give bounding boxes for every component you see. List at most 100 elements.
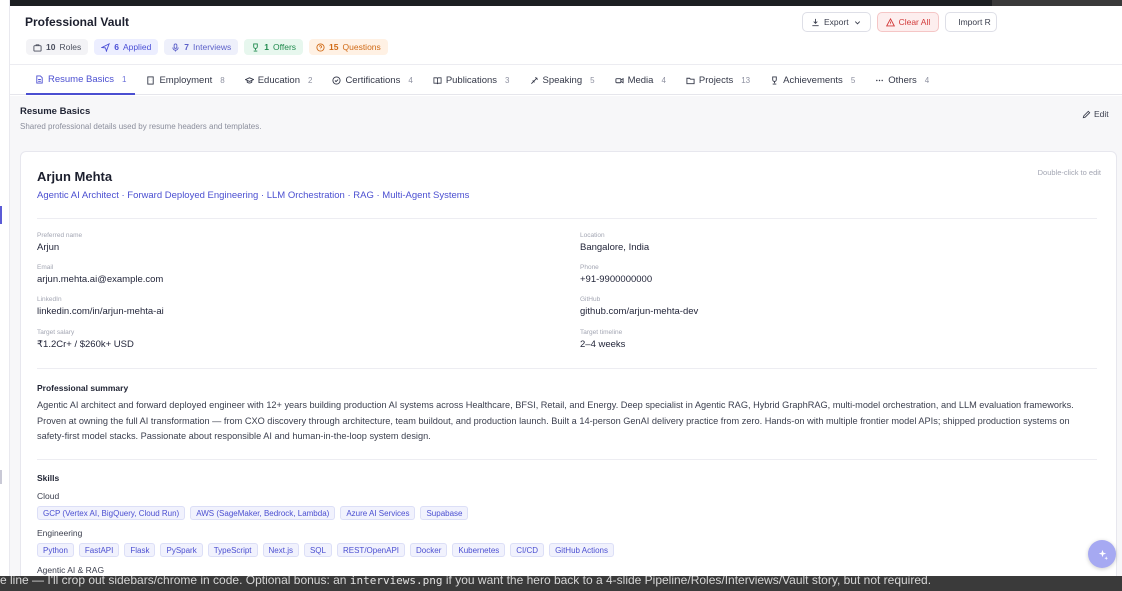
tab-projects[interactable]: Projects 13 (677, 65, 759, 95)
skill-chip: FastAPI (78, 543, 120, 557)
stat-questions-count: 15 (329, 42, 339, 52)
field-value: Arjun (37, 242, 60, 253)
badge-check-icon (332, 75, 341, 85)
document-icon (36, 74, 43, 84)
tab-count: 4 (408, 75, 413, 85)
tab-count: 5 (850, 75, 856, 85)
field-value: ₹1.2Cr+ / $260k+ USD (37, 339, 134, 350)
tab-others[interactable]: Others 4 (866, 65, 938, 95)
pencil-icon (1082, 110, 1091, 118)
skill-chip: GCP (Vertex AI, BigQuery, Cloud Run) (37, 506, 186, 520)
tab-label: Speaking (542, 74, 583, 86)
send-icon (101, 42, 111, 52)
tab-count: 3 (505, 75, 510, 85)
field-target-timeline: Target timeline 2–4 weeks (580, 329, 625, 350)
overlay-code: interviews.png (349, 576, 443, 587)
skill-group-name: Agentic AI & RAG (37, 565, 105, 575)
field-label: LinkedIn (37, 296, 62, 303)
divider (37, 368, 1097, 369)
building-icon (147, 75, 155, 85)
field-value: github.com/arjun-mehta-dev (580, 306, 699, 317)
field-preferred-name: Preferred name Arjun (37, 232, 82, 253)
stat-applied-count: 6 (114, 42, 119, 52)
tab-count: 4 (924, 75, 930, 85)
tab-certifications[interactable]: Certifications 4 (323, 65, 421, 95)
sidebar-active-marker (0, 206, 2, 224)
edit-label: Edit (1094, 109, 1109, 119)
tab-resume-basics[interactable]: Resume Basics 1 (26, 65, 136, 95)
tab-achievements[interactable]: Achievements 5 (761, 65, 864, 95)
stat-questions[interactable]: 15 Questions (309, 39, 388, 55)
skill-chip: GitHub Actions (549, 543, 614, 557)
stat-roles-label: Roles (59, 42, 82, 52)
field-value: 2–4 weeks (580, 339, 626, 350)
stat-applied[interactable]: 6 Applied (94, 39, 159, 55)
tab-label: Others (888, 74, 917, 86)
export-button[interactable]: Export (802, 12, 871, 32)
more-horizontal-icon (876, 79, 884, 81)
field-target-salary: Target salary ₹1.2Cr+ / $260k+ USD (37, 329, 134, 350)
download-icon (812, 18, 819, 26)
section-subtitle: Shared professional details used by resu… (20, 122, 262, 131)
ai-assistant-button[interactable] (1088, 540, 1116, 568)
tab-employment[interactable]: Employment 8 (137, 65, 233, 95)
trophy-icon (772, 75, 777, 85)
book-icon (433, 76, 442, 84)
field-email: Email arjun.mehta.ai@example.com (37, 264, 163, 285)
skill-group-cloud: Cloud GCP (Vertex AI, BigQuery, Cloud Ru… (37, 491, 469, 520)
stat-interviews[interactable]: 7 Interviews (164, 39, 239, 55)
tab-content: Resume Basics Shared professional detail… (10, 96, 1122, 576)
overlay-text-part: if you want the hero back to a 4-slide P… (442, 576, 932, 587)
stat-roles[interactable]: 10 Roles (26, 39, 89, 55)
edit-hint: Double-click to edit (1037, 168, 1101, 177)
briefcase-icon (33, 43, 42, 52)
skill-chip: Python (37, 543, 74, 557)
tab-publications[interactable]: Publications 3 (424, 65, 519, 95)
tab-count: 2 (307, 75, 313, 85)
skill-chip: Azure AI Services (340, 506, 416, 520)
tab-count: 8 (220, 75, 225, 85)
summary-title: Professional summary (37, 383, 129, 393)
skill-chip: REST/OpenAPI (336, 543, 406, 557)
edit-button[interactable]: Edit (1082, 109, 1109, 119)
skills-title: Skills (37, 473, 60, 483)
field-value: +91-9900000000 (580, 274, 653, 285)
sidebar-marker (0, 470, 2, 484)
field-linkedin: LinkedIn linkedin.com/in/arjun-mehta-ai (37, 296, 164, 317)
stats-bar: 10 Roles 6 Applied 7 Interviews 1 Offers… (26, 39, 388, 55)
tab-label: Employment (159, 74, 213, 86)
import-button[interactable]: Import R (945, 12, 998, 32)
tab-label: Achievements (783, 74, 843, 86)
page-title: Professional Vault (25, 15, 130, 29)
import-label: Import R (958, 17, 991, 27)
clear-all-button[interactable]: Clear All (876, 12, 940, 32)
stat-applied-label: Applied (122, 42, 152, 52)
tab-media[interactable]: Media 4 (606, 65, 675, 95)
stat-interviews-count: 7 (184, 42, 190, 52)
resume-basics-card[interactable]: Arjun Mehta Double-click to edit Agentic… (20, 151, 1117, 576)
field-value: arjun.mehta.ai@example.com (37, 274, 164, 285)
question-icon (316, 42, 325, 52)
tab-label: Media (627, 74, 654, 86)
tab-education[interactable]: Education 2 (236, 65, 322, 95)
skill-chip: SQL (303, 543, 332, 557)
stat-offers-label: Offers (273, 42, 297, 52)
skill-chip: Flask (124, 543, 156, 557)
page-header: Professional Vault 10 Roles 6 Applied 7 … (10, 6, 1122, 64)
tab-bar: Resume Basics 1 Employment 8 Education 2… (10, 64, 1122, 95)
sidebar-edge (0, 0, 10, 591)
section-title: Resume Basics (20, 106, 91, 117)
skill-group-name: Cloud (37, 491, 60, 501)
tab-label: Resume Basics (48, 73, 114, 85)
field-github: GitHub github.com/arjun-mehta-dev (580, 296, 698, 317)
tab-speaking[interactable]: Speaking 5 (521, 65, 604, 95)
header-actions: Export Clear All Import R (802, 12, 998, 32)
video-icon (615, 77, 624, 84)
tab-label: Projects (698, 74, 734, 86)
stat-questions-label: Questions (342, 42, 381, 52)
skill-group-name: Engineering (37, 528, 83, 538)
tab-label: Certifications (345, 74, 401, 86)
skill-chip: Next.js (262, 543, 299, 557)
tab-count: 13 (741, 75, 751, 85)
stat-offers[interactable]: 1 Offers (244, 39, 304, 55)
